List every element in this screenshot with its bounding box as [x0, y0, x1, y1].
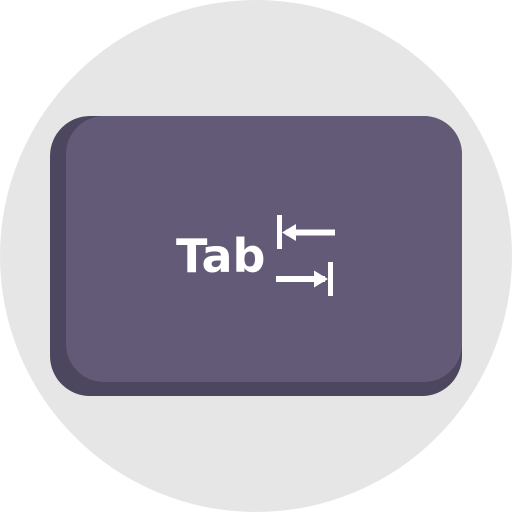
arrow-right-to-bar-icon: [276, 262, 333, 296]
tab-key-illustration: Tab: [0, 0, 512, 512]
arrow-left-to-bar-icon: [277, 215, 335, 249]
tab-arrows-icon: [276, 215, 335, 296]
key-label: Tab: [176, 229, 266, 283]
